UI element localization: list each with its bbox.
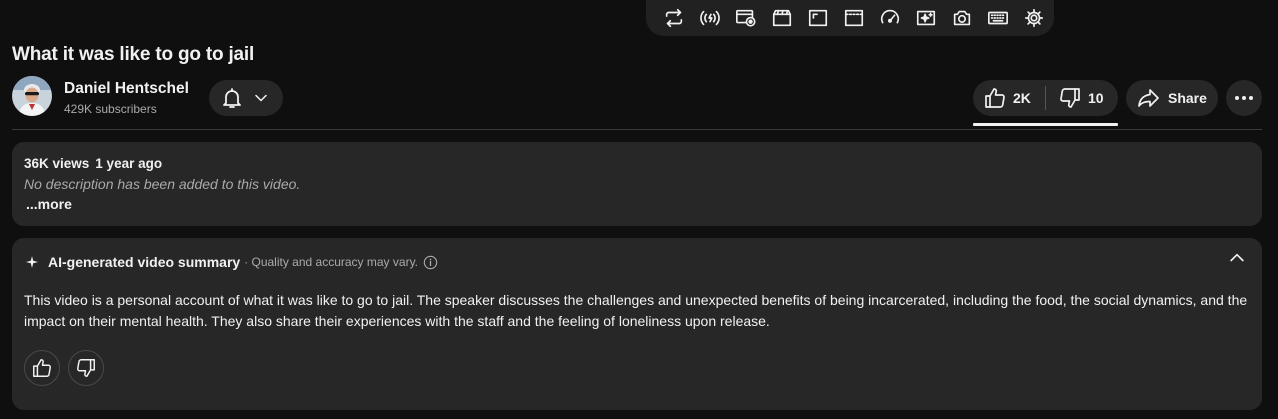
screenshot-icon[interactable]	[944, 4, 980, 32]
ai-summary-note: · Quality and accuracy may vary.	[244, 255, 419, 269]
description-box[interactable]: 36K views 1 year ago No description has b…	[12, 142, 1262, 226]
channel-name[interactable]: Daniel Hentschel	[64, 79, 189, 99]
share-label: Share	[1168, 90, 1207, 106]
cinema-mode-icon[interactable]	[836, 4, 872, 32]
repeat-icon[interactable]	[656, 4, 692, 32]
clapperboard-icon[interactable]	[764, 4, 800, 32]
watch-later-icon[interactable]	[728, 4, 764, 32]
ai-summary-panel: AI-generated video summary · Quality and…	[12, 238, 1262, 410]
like-indicator	[973, 123, 1118, 126]
ai-summary-title: AI-generated video summary	[48, 254, 241, 270]
ai-summary-text: This video is a personal account of what…	[24, 292, 1248, 329]
show-more-link[interactable]: ...more	[26, 196, 72, 212]
thumbs-down-icon	[77, 359, 95, 377]
description-text: No description has been added to this vi…	[24, 176, 301, 192]
summary-thumbs-up-button[interactable]	[24, 350, 60, 386]
view-count: 36K views	[24, 156, 90, 171]
dislike-count: 10	[1088, 90, 1104, 106]
like-count: 2K	[1013, 90, 1031, 106]
dislike-button[interactable]: 10	[1046, 80, 1118, 116]
share-button[interactable]: Share	[1126, 80, 1218, 116]
thumbs-up-icon	[33, 359, 51, 377]
like-button[interactable]: 2K	[973, 80, 1045, 116]
more-horizontal-icon	[1235, 96, 1253, 100]
ai-summary-header: AI-generated video summary · Quality and…	[26, 254, 438, 270]
sparkle-screen-icon[interactable]	[908, 4, 944, 32]
channel-avatar[interactable]	[12, 76, 52, 116]
sparkle-icon	[26, 256, 38, 268]
share-icon	[1138, 89, 1159, 107]
info-icon[interactable]	[423, 255, 438, 270]
like-dislike-group: 2K 10	[973, 80, 1118, 116]
thumbs-up-icon	[985, 88, 1005, 108]
view-stats: 36K views 1 year ago	[24, 156, 162, 172]
broadcast-icon[interactable]	[692, 4, 728, 32]
summary-thumbs-down-button[interactable]	[68, 350, 104, 386]
section-divider	[12, 129, 1262, 130]
upload-age: 1 year ago	[95, 156, 163, 171]
keyboard-icon[interactable]	[980, 4, 1016, 32]
video-title: What it was like to go to jail	[12, 44, 255, 65]
thumbs-down-icon	[1060, 88, 1080, 108]
extension-toolbar	[646, 0, 1054, 36]
notifications-button[interactable]	[209, 80, 283, 116]
subscriber-count: 429K subscribers	[64, 102, 157, 116]
speed-gauge-icon[interactable]	[872, 4, 908, 32]
chevron-up-icon[interactable]	[1226, 248, 1248, 268]
chevron-down-icon	[255, 94, 267, 102]
bell-icon	[223, 88, 241, 108]
aspect-ratio-icon[interactable]	[800, 4, 836, 32]
settings-icon[interactable]	[1016, 4, 1052, 32]
more-actions-button[interactable]	[1226, 80, 1262, 116]
